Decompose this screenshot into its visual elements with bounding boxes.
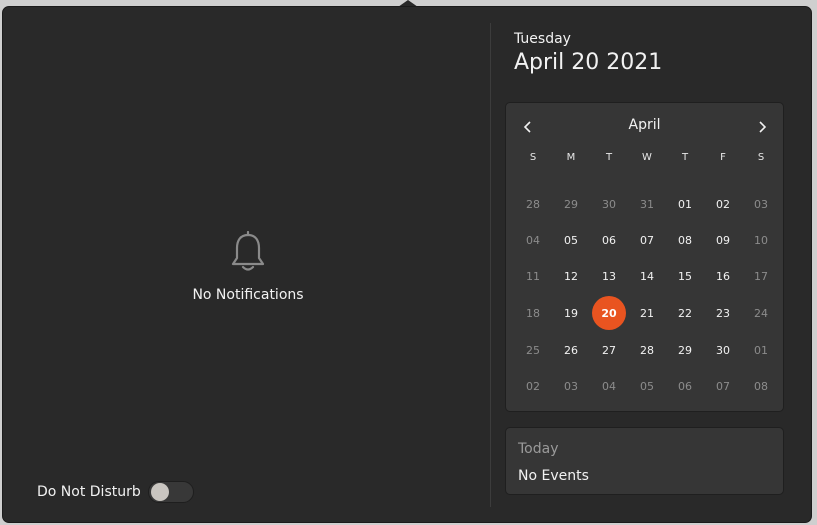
calendar-day[interactable]: 29 <box>554 187 588 221</box>
toggle-knob <box>151 483 169 501</box>
calendar-day[interactable]: 25 <box>516 333 550 367</box>
calendar: April S M T W T F S 28 29 30 31 01 02 03 04 05 06 07 08 09 1… <box>505 102 784 412</box>
calendar-day[interactable]: 28 <box>516 187 550 221</box>
calendar-day[interactable]: 11 <box>516 259 550 293</box>
calendar-day[interactable]: 24 <box>744 296 778 330</box>
calendar-day[interactable]: 10 <box>744 223 778 257</box>
calendar-day[interactable]: 27 <box>592 333 626 367</box>
do-not-disturb-label: Do Not Disturb <box>37 484 141 500</box>
no-events-label: No Events <box>518 468 589 484</box>
bell-icon <box>231 231 265 271</box>
calendar-day[interactable]: 26 <box>554 333 588 367</box>
calendar-day[interactable]: 04 <box>592 369 626 403</box>
calendar-day[interactable]: 23 <box>706 296 740 330</box>
calendar-day[interactable]: 12 <box>554 259 588 293</box>
next-month-button[interactable] <box>750 115 774 139</box>
events-heading: Today <box>518 441 559 457</box>
weekday-header: S <box>757 152 765 163</box>
calendar-day[interactable]: 01 <box>668 187 702 221</box>
calendar-day[interactable]: 06 <box>592 223 626 257</box>
weekday-header: F <box>720 152 726 163</box>
calendar-day[interactable]: 06 <box>668 369 702 403</box>
calendar-day[interactable]: 08 <box>668 223 702 257</box>
weekday-header: T <box>605 152 613 163</box>
panel-divider <box>490 23 491 507</box>
calendar-day[interactable]: 28 <box>630 333 664 367</box>
calendar-day[interactable]: 05 <box>630 369 664 403</box>
calendar-day[interactable]: 18 <box>516 296 550 330</box>
weekday-header: S <box>529 152 537 163</box>
chevron-right-icon <box>759 121 767 133</box>
weekday-title[interactable]: Tuesday <box>514 31 571 47</box>
calendar-day[interactable]: 04 <box>516 223 550 257</box>
events-section[interactable]: Today No Events <box>505 427 784 495</box>
calendar-day[interactable]: 17 <box>744 259 778 293</box>
calendar-day[interactable]: 08 <box>744 369 778 403</box>
calendar-day[interactable]: 16 <box>706 259 740 293</box>
date-title[interactable]: April 20 2021 <box>514 50 662 75</box>
calendar-day[interactable]: 03 <box>554 369 588 403</box>
calendar-day[interactable]: 07 <box>630 223 664 257</box>
weekday-header: M <box>566 152 576 163</box>
calendar-day[interactable]: 14 <box>630 259 664 293</box>
calendar-day[interactable]: 03 <box>744 187 778 221</box>
calendar-day[interactable]: 05 <box>554 223 588 257</box>
calendar-day[interactable]: 29 <box>668 333 702 367</box>
calendar-day-today[interactable]: 20 <box>592 296 626 330</box>
no-notifications-label: No Notifications <box>192 287 304 303</box>
do-not-disturb-toggle[interactable] <box>148 481 194 503</box>
month-label: April <box>628 117 661 133</box>
calendar-day[interactable]: 13 <box>592 259 626 293</box>
calendar-day[interactable]: 22 <box>668 296 702 330</box>
weekday-header: W <box>642 152 652 163</box>
weekday-header: T <box>681 152 689 163</box>
calendar-day[interactable]: 30 <box>706 333 740 367</box>
calendar-day[interactable]: 19 <box>554 296 588 330</box>
calendar-day[interactable]: 07 <box>706 369 740 403</box>
calendar-day[interactable]: 02 <box>516 369 550 403</box>
calendar-day[interactable]: 09 <box>706 223 740 257</box>
calendar-day[interactable]: 30 <box>592 187 626 221</box>
calendar-day[interactable]: 31 <box>630 187 664 221</box>
notification-list: No Notifications Do Not Disturb <box>3 7 491 522</box>
calendar-day[interactable]: 15 <box>668 259 702 293</box>
calendar-day[interactable]: 21 <box>630 296 664 330</box>
calendar-day[interactable]: 01 <box>744 333 778 367</box>
calendar-day[interactable]: 02 <box>706 187 740 221</box>
